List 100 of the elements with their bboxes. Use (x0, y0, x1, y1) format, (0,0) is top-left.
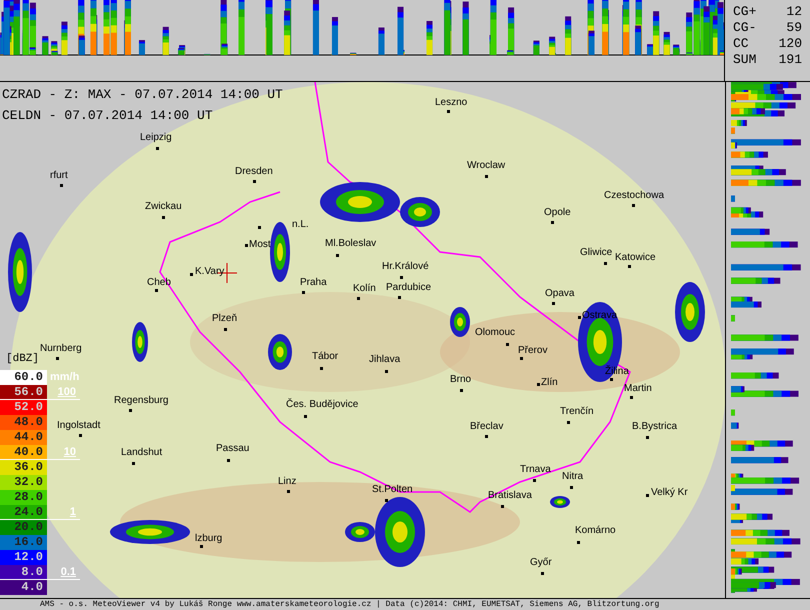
city-marker (630, 396, 633, 399)
city-marker (485, 175, 488, 178)
city-label: Regensburg (114, 395, 168, 407)
city-marker (60, 184, 63, 187)
radar-title: CELDN - 07.07.2014 14:00 UT (2, 107, 214, 125)
city-label: Ostrava (582, 310, 618, 322)
city-marker (578, 316, 581, 319)
rain-rate-label: 100 (58, 386, 77, 399)
city-marker (385, 370, 388, 373)
city-marker (577, 541, 580, 544)
legend-swatch: 16.0 (0, 535, 47, 550)
legend-unit: [dBZ] (6, 352, 40, 366)
city-label: Trnava (520, 464, 551, 476)
city-marker (551, 221, 554, 224)
city-label: Pardubice (386, 282, 432, 294)
city-label: Přerov (518, 345, 548, 357)
city-label: Dresden (235, 166, 273, 178)
city-label: B.Bystrica (632, 421, 678, 433)
city-marker (485, 435, 488, 438)
city-label: Nitra (562, 471, 584, 483)
city-label: Velký Kr (651, 487, 688, 499)
city-marker (224, 328, 227, 331)
city-label: Linz (278, 476, 296, 488)
legend-swatch: 8.0 (0, 565, 47, 580)
city-marker (628, 265, 631, 268)
city-label: n.L. (292, 219, 309, 231)
stat-value: 12 (786, 4, 802, 20)
city-marker (460, 389, 463, 392)
city-label: Passau (216, 443, 250, 455)
city-marker (552, 302, 555, 305)
legend-swatch: 48.0 (0, 415, 47, 430)
legend-swatch: 56.0 (0, 385, 47, 400)
legend-swatch: 24.0 (0, 505, 47, 520)
footer-credits: AMS - o.s. MeteoViewer v4 by Lukáš Ronge www.amaterskameteorologie.cz | Data (c)2014: CHMI, EUMETSAT, Siemens AG, Blitzortung.org (40, 600, 660, 610)
city-marker (245, 244, 248, 247)
city-label: Leipzig (140, 132, 172, 144)
city-marker (646, 436, 649, 439)
city-label: Tábor (312, 351, 338, 363)
city-label: Zlín (541, 377, 558, 389)
city-label: Gliwice (580, 247, 612, 259)
city-label: K.Vary (195, 266, 224, 278)
city-label: Nurnberg (40, 343, 82, 355)
stat-value: 120 (778, 36, 802, 52)
city-marker (537, 383, 540, 386)
city-marker (253, 180, 256, 183)
city-marker (570, 486, 573, 489)
city-label: Olomouc (475, 327, 516, 339)
legend-swatch: 36.0 (0, 460, 47, 475)
city-marker (258, 226, 261, 229)
city-marker (320, 367, 323, 370)
stat-label: CC (733, 36, 749, 52)
city-label: Wroclaw (467, 160, 506, 172)
city-marker (541, 572, 544, 575)
city-label: Landshut (121, 447, 162, 459)
city-marker (336, 254, 339, 257)
city-label: Břeclav (470, 421, 504, 433)
city-marker (646, 494, 649, 497)
legend-swatch: 52.0 (0, 400, 47, 415)
city-marker (129, 409, 132, 412)
legend-swatch: 44.0 (0, 430, 47, 445)
city-marker (520, 357, 523, 360)
city-marker (79, 434, 82, 437)
legend-swatch: 12.0 (0, 550, 47, 565)
city-marker (357, 297, 360, 300)
city-label: Opole (544, 207, 571, 219)
city-label: Opava (545, 288, 574, 300)
city-marker (400, 276, 403, 279)
city-label: Katowice (615, 252, 656, 264)
city-label: Martin (624, 383, 652, 395)
city-label: Győr (530, 557, 552, 569)
city-marker (567, 421, 570, 424)
legend-swatch: 60.0 (0, 370, 47, 385)
city-label: Czestochowa (604, 190, 664, 202)
stat-label: SUM (733, 52, 756, 68)
city-marker (385, 499, 388, 502)
city-label: lzburg (195, 533, 222, 545)
legend-swatch: 20.0 (0, 520, 47, 535)
city-label: Zwickau (145, 201, 182, 213)
city-label: Brno (450, 374, 472, 386)
legend-swatch: 32.0 (0, 475, 47, 490)
city-marker (190, 273, 193, 276)
rain-rate-label: 1 (70, 506, 77, 519)
city-marker (604, 262, 607, 265)
legend-swatch: 28.0 (0, 490, 47, 505)
city-label: Kolín (353, 283, 376, 295)
city-label: Komárno (575, 525, 616, 537)
city-marker (132, 462, 135, 465)
city-label: Hr.Králové (382, 261, 429, 273)
city-marker (287, 490, 290, 493)
stat-value: 191 (778, 52, 802, 68)
city-marker (56, 357, 59, 360)
city-label: Jihlava (369, 354, 400, 366)
city-label: Leszno (435, 97, 468, 109)
city-marker (156, 147, 159, 150)
city-marker (506, 343, 509, 346)
city-marker (398, 296, 401, 299)
city-marker (227, 459, 230, 462)
city-marker (304, 415, 307, 418)
city-label: Čes. Budějovice (286, 399, 358, 411)
city-marker (610, 378, 613, 381)
